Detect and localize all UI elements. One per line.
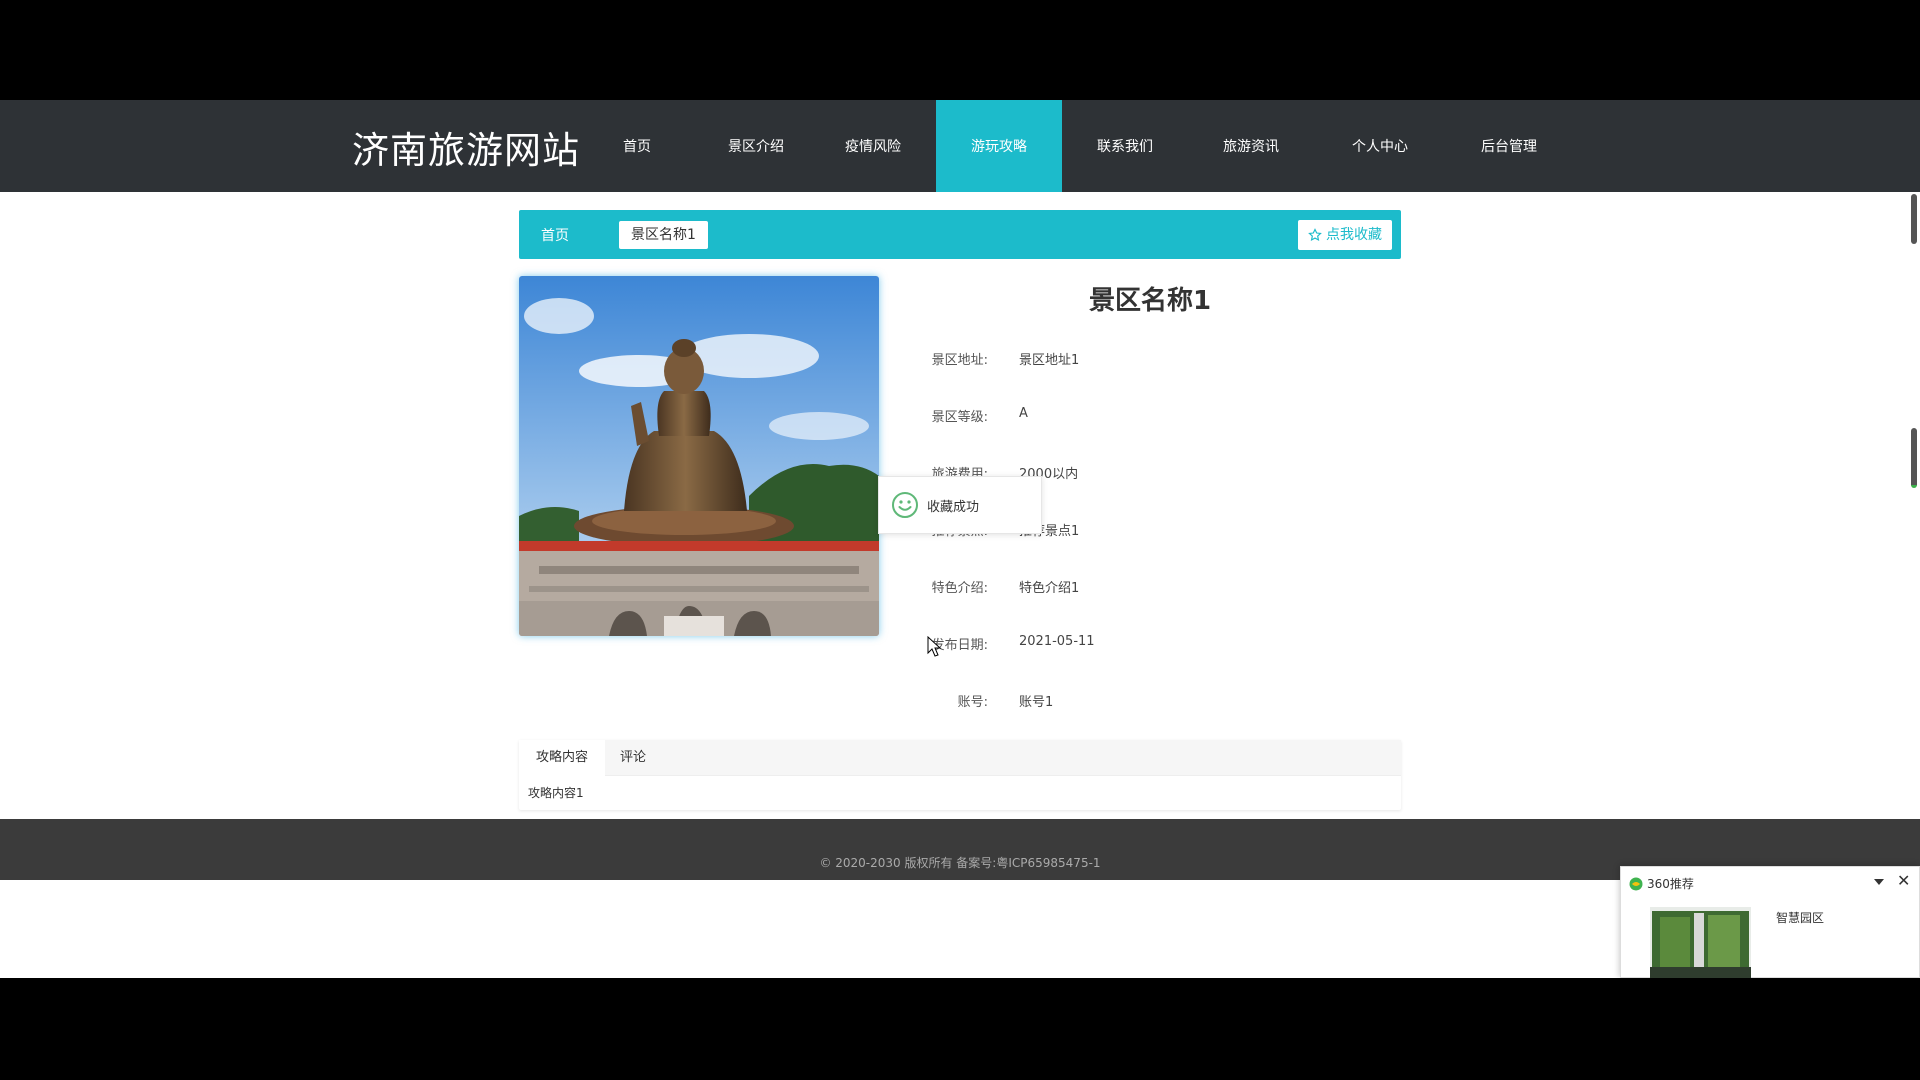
breadcrumb-current: 景区名称1 bbox=[619, 221, 708, 249]
scrollbar-thumb[interactable] bbox=[1911, 194, 1917, 244]
detail-value: A bbox=[1019, 406, 1028, 421]
nav-item-contact[interactable]: 联系我们 bbox=[1062, 100, 1188, 192]
detail-label: 发布日期: bbox=[931, 638, 988, 653]
site-header: 济南旅游网站 首页 景区介绍 疫情风险 游玩攻略 联系我们 旅游资讯 个人中心 … bbox=[0, 100, 1920, 192]
detail-row-features: 特色介绍: 特色介绍1 bbox=[900, 577, 1400, 597]
scenic-photo bbox=[519, 276, 879, 636]
letterbox-top bbox=[0, 0, 1920, 100]
detail-label: 景区地址: bbox=[931, 353, 988, 368]
breadcrumb-home[interactable]: 首页 bbox=[541, 225, 569, 245]
page-scrollbar[interactable] bbox=[1909, 188, 1920, 978]
site-title[interactable]: 济南旅游网站 bbox=[352, 120, 580, 174]
detail-row-date: 发布日期: 2021-05-11 bbox=[900, 634, 1400, 654]
detail-value: 2021-05-11 bbox=[1019, 634, 1095, 649]
scenic-title: 景区名称1 bbox=[1088, 286, 1212, 316]
nav-item-scenic-intro[interactable]: 景区介绍 bbox=[702, 100, 810, 192]
tab-panel-content: 攻略内容1 bbox=[528, 786, 584, 800]
main-nav: 首页 景区介绍 疫情风险 游玩攻略 联系我们 旅游资讯 个人中心 后台管理 bbox=[572, 100, 1572, 192]
detail-value: 特色介绍1 bbox=[1019, 581, 1080, 596]
smile-icon bbox=[892, 492, 918, 518]
detail-value: 景区地址1 bbox=[1019, 353, 1080, 368]
content-tabs: 攻略内容 评论 攻略内容1 bbox=[519, 740, 1401, 810]
detail-label: 账号: bbox=[957, 695, 988, 710]
detail-row-address: 景区地址: 景区地址1 bbox=[900, 349, 1400, 369]
detail-label: 特色介绍: bbox=[931, 581, 988, 596]
mouse-cursor-icon bbox=[927, 636, 942, 657]
letterbox-bottom bbox=[0, 978, 1920, 1080]
toast-text: 收藏成功 bbox=[927, 499, 980, 515]
toast-message: 收藏成功 bbox=[878, 476, 1042, 534]
popup-thumbnail[interactable] bbox=[1650, 907, 1751, 978]
scrollbar-thumb-secondary[interactable] bbox=[1911, 428, 1917, 488]
popup-title: 360推荐 bbox=[1647, 877, 1694, 891]
tab-guide-content[interactable]: 攻略内容 bbox=[519, 740, 606, 776]
detail-row-level: 景区等级: A bbox=[900, 406, 1400, 426]
page: 济南旅游网站 首页 景区介绍 疫情风险 游玩攻略 联系我们 旅游资讯 个人中心 … bbox=[0, 100, 1920, 978]
nav-item-personal-center[interactable]: 个人中心 bbox=[1314, 100, 1446, 192]
detail-label: 景区等级: bbox=[931, 410, 988, 425]
nav-item-epidemic-risk[interactable]: 疫情风险 bbox=[810, 100, 936, 192]
favorite-button-label: 点我收藏 bbox=[1326, 227, 1382, 243]
star-icon bbox=[1308, 228, 1322, 242]
breadcrumb: 首页 景区名称1 点我收藏 bbox=[519, 210, 1401, 259]
favorite-button[interactable]: 点我收藏 bbox=[1298, 220, 1392, 250]
recommend-popup: 360推荐 ✕ 智慧园区 bbox=[1620, 866, 1920, 978]
tab-comments[interactable]: 评论 bbox=[605, 740, 663, 776]
nav-item-travel-news[interactable]: 旅游资讯 bbox=[1188, 100, 1314, 192]
nav-item-travel-guide[interactable]: 游玩攻略 bbox=[936, 100, 1062, 192]
popup-header: 360推荐 bbox=[1629, 875, 1694, 892]
nav-item-admin[interactable]: 后台管理 bbox=[1446, 100, 1572, 192]
360-logo-icon bbox=[1629, 877, 1643, 890]
tab-bar: 攻略内容 评论 bbox=[519, 740, 1401, 776]
detail-row-account: 账号: 账号1 bbox=[900, 691, 1400, 711]
chevron-down-icon[interactable] bbox=[1873, 877, 1885, 887]
detail-value: 账号1 bbox=[1019, 695, 1054, 710]
nav-item-home[interactable]: 首页 bbox=[572, 100, 702, 192]
popup-item-text[interactable]: 智慧园区 bbox=[1776, 909, 1824, 926]
close-icon[interactable]: ✕ bbox=[1897, 871, 1910, 890]
